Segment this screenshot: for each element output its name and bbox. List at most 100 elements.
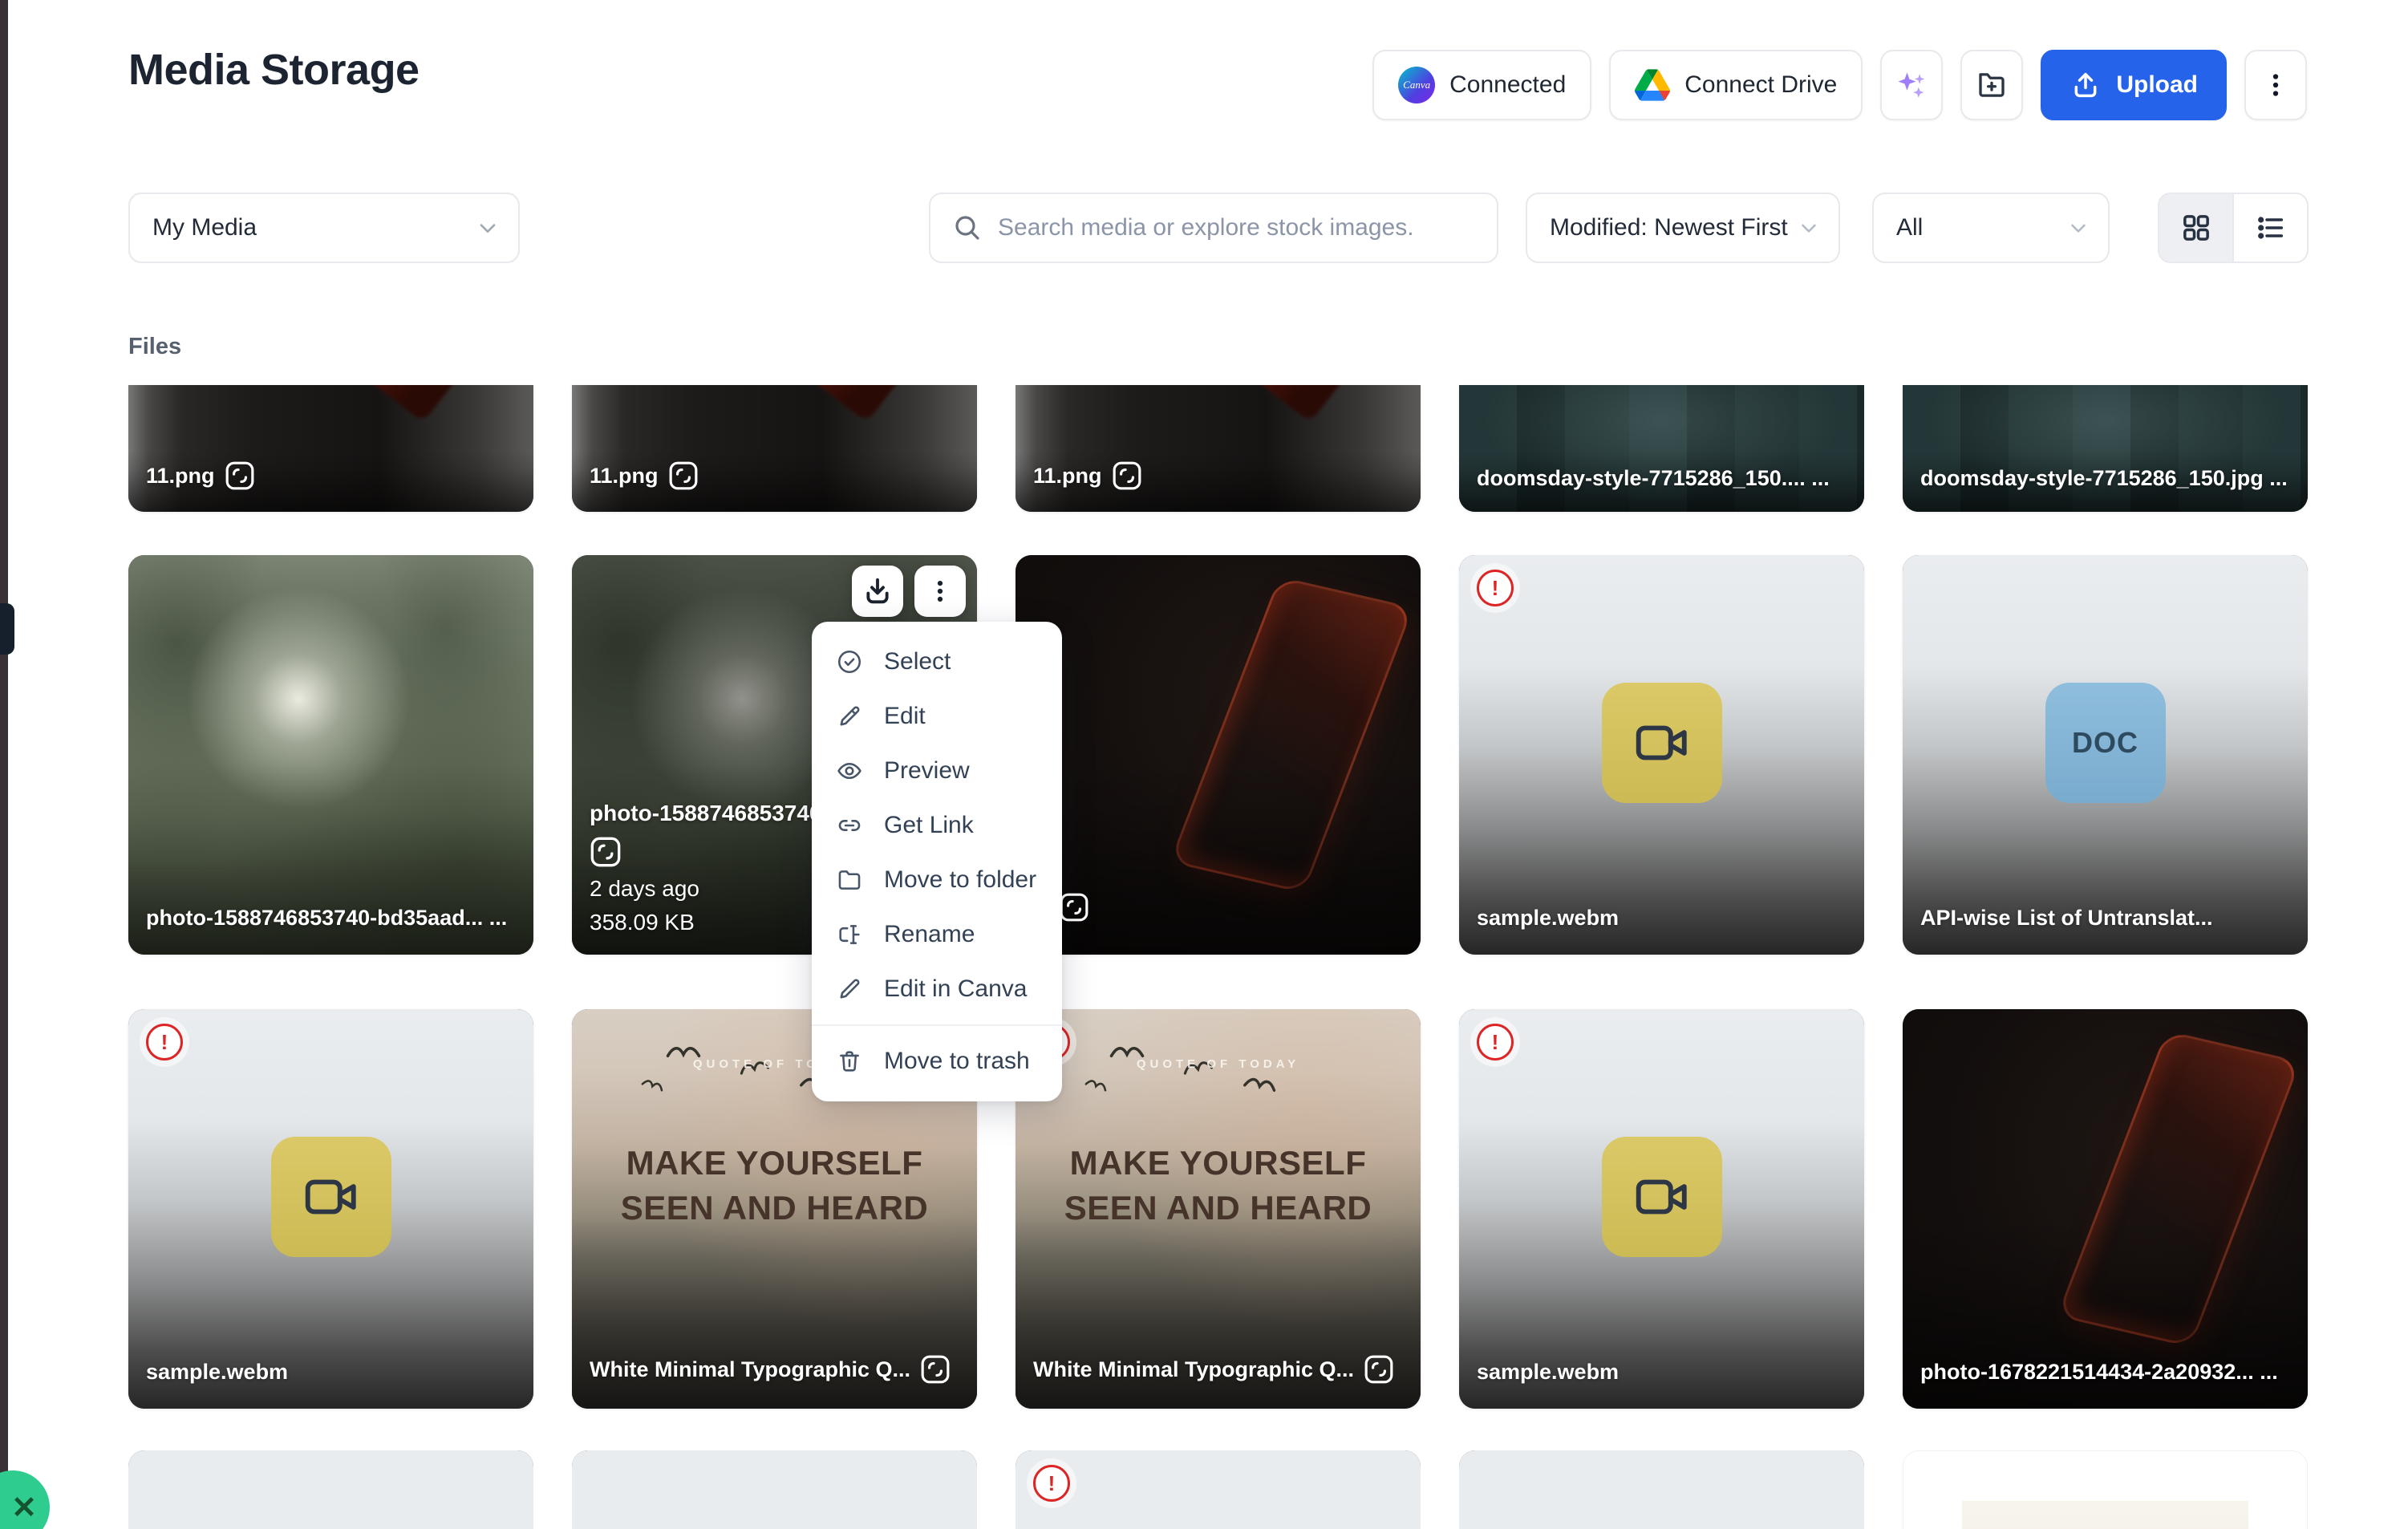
media-storage-page: Media Storage Canva Connected Connect Dr…: [0, 0, 2408, 1529]
upload-button[interactable]: Upload: [2041, 50, 2227, 120]
file-name-label: sample.webm: [146, 1360, 519, 1385]
upload-label: Upload: [2116, 71, 2198, 99]
view-toggle: [2158, 193, 2309, 263]
video-file-icon: [1602, 683, 1722, 803]
expand-icon[interactable]: [225, 460, 255, 491]
media-card[interactable]: [1459, 1450, 1864, 1529]
sparkles-icon: [1894, 67, 1929, 103]
media-card[interactable]: 11.png: [1015, 385, 1421, 512]
media-card[interactable]: QUOTE OF TODAY MAKE YOURSELF SEEN AND HE…: [1015, 1009, 1421, 1409]
menu-item-rename[interactable]: Rename: [812, 907, 1062, 962]
list-view-icon: [2255, 212, 2287, 244]
file-name-label: sample.webm: [1477, 1360, 1850, 1385]
download-button[interactable]: [852, 566, 903, 617]
list-view-button[interactable]: [2232, 194, 2307, 262]
type-filter-select[interactable]: All: [1872, 193, 2110, 263]
loading-placeholder: [128, 1450, 533, 1529]
media-card[interactable]: DOC API-wise List of Untranslat...: [1903, 555, 2308, 955]
card-more-button[interactable]: [914, 566, 966, 617]
video-file-icon: [271, 1137, 391, 1257]
media-card[interactable]: ! sample.webm: [1459, 1009, 1864, 1409]
file-name-label: photo-1588746853740-bd35aad... ...: [146, 906, 519, 931]
connect-drive-button[interactable]: Connect Drive: [1609, 50, 1863, 120]
trash-icon: [836, 1048, 863, 1075]
file-name-label: 11.png: [1033, 460, 1406, 491]
canva-logo-icon: Canva: [1398, 67, 1435, 103]
file-name-label: White Minimal Typographic Q...: [590, 1354, 963, 1385]
expand-icon[interactable]: [1112, 460, 1142, 491]
pencil-icon: [836, 975, 863, 1003]
media-card[interactable]: 11.png: [572, 385, 977, 512]
media-card[interactable]: ! sample.webm: [1459, 555, 1864, 955]
left-edge-strip: [0, 0, 8, 1529]
menu-item-edit[interactable]: Edit: [812, 689, 1062, 744]
loading-placeholder: [572, 1450, 977, 1529]
canva-connected-label: Connected: [1449, 71, 1566, 99]
expand-icon[interactable]: [668, 460, 699, 491]
folder-icon: [836, 866, 863, 894]
menu-item-move-to-folder[interactable]: Move to folder: [812, 853, 1062, 907]
file-name-label: White Minimal Typographic Q...: [1033, 1354, 1406, 1385]
file-name-label: API-wise List of Untranslat...: [1920, 906, 2293, 931]
menu-item-preview[interactable]: Preview: [812, 744, 1062, 798]
collection-select[interactable]: My Media: [128, 193, 520, 263]
media-card[interactable]: photo-1588746853740-bd35aad... ...: [128, 555, 533, 955]
media-card[interactable]: [128, 1450, 533, 1529]
expand-icon[interactable]: [920, 1354, 951, 1385]
page-title: Media Storage: [128, 45, 420, 95]
media-card[interactable]: [1015, 555, 1421, 955]
file-name-label: doomsday-style-7715286_150.jpg ...: [1920, 466, 2293, 491]
connect-drive-label: Connect Drive: [1684, 71, 1837, 99]
download-icon: [861, 575, 894, 607]
new-folder-button[interactable]: [1960, 50, 2023, 120]
menu-item-edit-in-canva[interactable]: Edit in Canva: [812, 962, 1062, 1016]
menu-divider: [812, 1024, 1062, 1026]
header-actions: Canva Connected Connect Drive: [1372, 50, 2307, 120]
expand-icon[interactable]: [1364, 1354, 1394, 1385]
menu-item-move-to-trash[interactable]: Move to trash: [812, 1034, 1062, 1089]
media-card[interactable]: 11.png: [128, 385, 533, 512]
media-card[interactable]: photo-1678221514434-2a20932... ...: [1903, 1009, 2308, 1409]
image-thumbnail: [1962, 1501, 2248, 1529]
sort-select-value: Modified: Newest First: [1550, 214, 1788, 241]
media-card[interactable]: [1903, 1450, 2308, 1529]
ai-sparkles-button[interactable]: [1880, 50, 1943, 120]
canva-connected-button[interactable]: Canva Connected: [1372, 50, 1591, 120]
card-context-menu: Select Edit Preview Get Link Move to fol…: [812, 622, 1062, 1101]
chat-widget-button[interactable]: ✕: [0, 1470, 50, 1529]
file-name-label: 11.png: [590, 460, 963, 491]
loading-placeholder: [1015, 1450, 1421, 1529]
doc-file-icon: DOC: [2045, 683, 2166, 803]
media-card[interactable]: doomsday-style-7715286_150.... ...: [1459, 385, 1864, 512]
folder-plus-icon: [1975, 68, 2009, 102]
chevron-down-icon: [2066, 216, 2090, 240]
header-more-button[interactable]: [2244, 50, 2307, 120]
file-name-label: 11.png: [146, 460, 519, 491]
menu-item-get-link[interactable]: Get Link: [812, 798, 1062, 853]
warning-icon: !: [1033, 1465, 1070, 1502]
link-icon: [836, 812, 863, 839]
collection-select-value: My Media: [152, 214, 257, 241]
file-name-label: sample.webm: [1477, 906, 1850, 931]
google-drive-icon: [1635, 69, 1670, 101]
expand-icon[interactable]: [590, 836, 622, 868]
grid-view-button[interactable]: [2159, 194, 2232, 262]
media-card[interactable]: [572, 1450, 977, 1529]
kebab-menu-icon: [2261, 71, 2290, 99]
preview-icon: [836, 757, 863, 785]
kebab-menu-icon: [926, 578, 954, 605]
search-bar: [929, 193, 1498, 263]
media-card[interactable]: ! sample.webm: [128, 1009, 533, 1409]
video-file-icon: [1602, 1137, 1722, 1257]
edit-icon: [836, 703, 863, 730]
search-input[interactable]: [929, 193, 1498, 263]
loading-placeholder: [1459, 1450, 1864, 1529]
menu-item-select[interactable]: Select: [812, 635, 1062, 689]
media-card[interactable]: doomsday-style-7715286_150.jpg ...: [1903, 385, 2308, 512]
media-card[interactable]: !: [1015, 1450, 1421, 1529]
sort-select[interactable]: Modified: Newest First: [1526, 193, 1840, 263]
type-filter-value: All: [1896, 214, 1923, 241]
grid-view-icon: [2180, 212, 2212, 244]
files-section-label: Files: [128, 334, 181, 360]
expand-icon[interactable]: [1059, 892, 1089, 923]
